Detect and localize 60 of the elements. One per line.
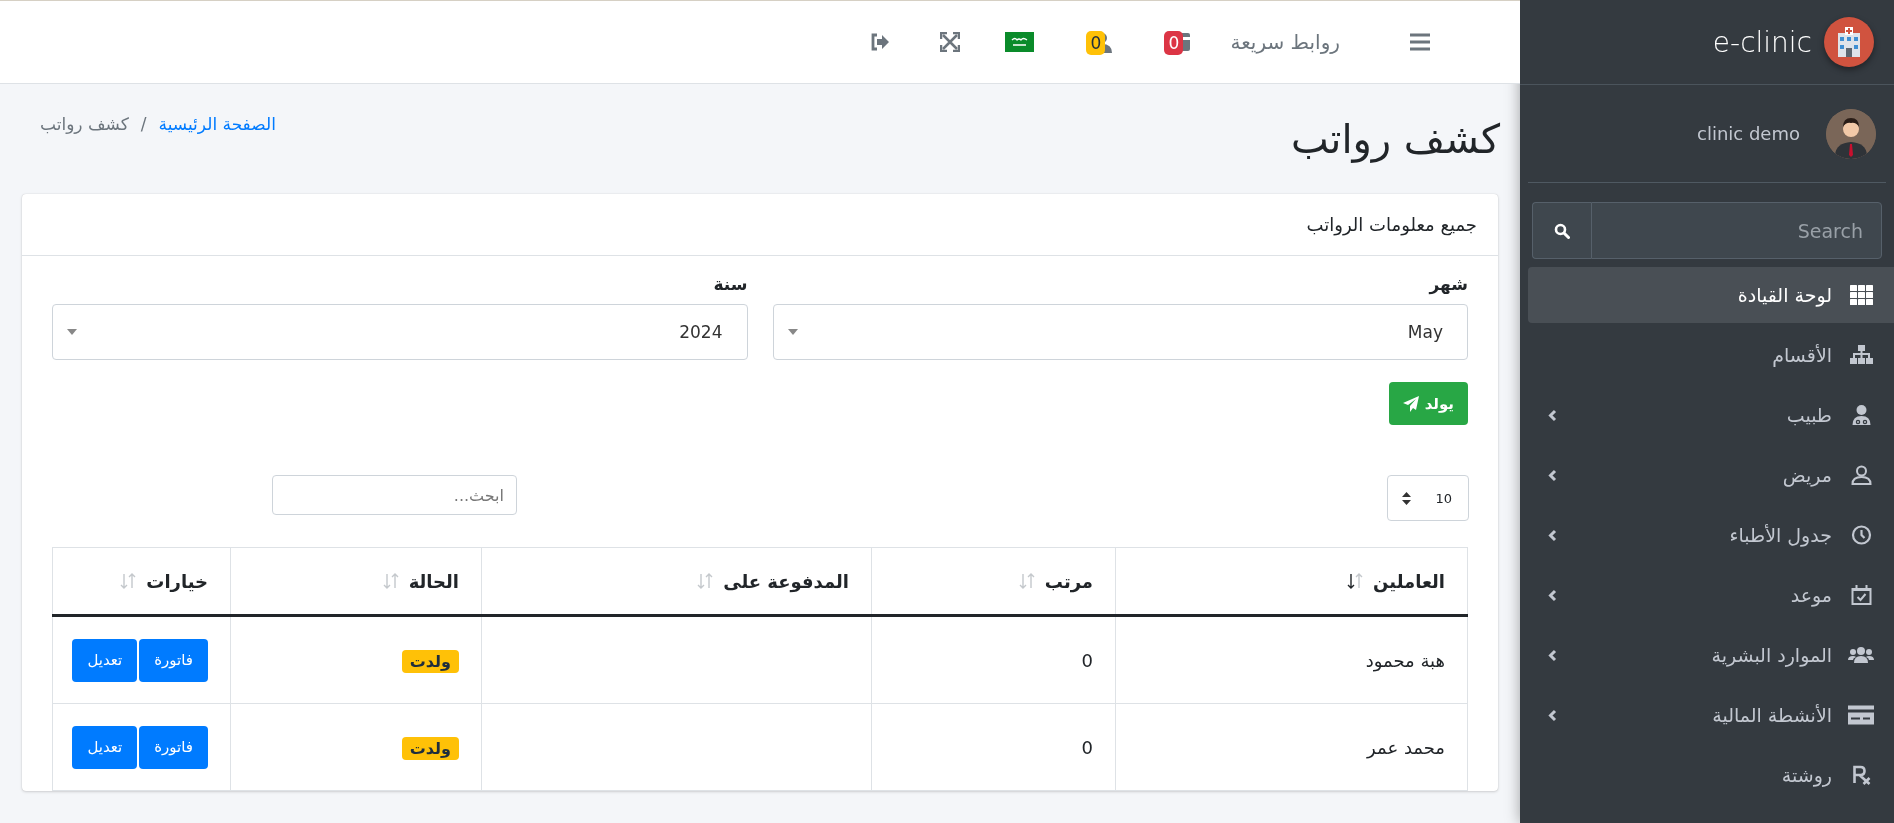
breadcrumb-current: كشف رواتب [40, 114, 129, 134]
menu-icon [1410, 33, 1430, 51]
caret-down-icon [787, 329, 798, 335]
card-title: جميع معلومات الرواتب [1306, 214, 1477, 235]
page-title: كشف رواتب [1291, 116, 1500, 162]
sidebar-item[interactable]: موعد [1528, 567, 1894, 623]
count-badge: 0 [1164, 31, 1184, 55]
clock-icon [1849, 525, 1873, 545]
row-action-button[interactable]: فاتورة [139, 638, 208, 682]
hospital-logo [1824, 17, 1874, 67]
table-search-field[interactable]: ابحث... [272, 475, 517, 515]
sidebar-item[interactable]: الموارد البشرية [1528, 627, 1894, 683]
sidebar-item[interactable]: مريض [1528, 447, 1894, 503]
search-icon [1554, 222, 1570, 239]
search-field[interactable]: Search [1591, 202, 1882, 259]
grid-icon [1849, 285, 1873, 305]
column-header[interactable]: المدفوعة على [481, 547, 872, 616]
row-action-button[interactable]: فاتورة [139, 725, 208, 769]
flag-icon [1005, 32, 1035, 52]
caret-down-icon [67, 329, 77, 335]
quick-links[interactable]: روابط سريعة [1230, 30, 1340, 54]
avatar-silhouette [1826, 108, 1876, 159]
column-header[interactable]: الحالة [230, 547, 482, 616]
status-badge: ولدت [401, 736, 459, 760]
expand-icon [940, 32, 961, 52]
filter-label: شهر [1427, 274, 1468, 294]
select-field[interactable]: 2024 [52, 304, 748, 360]
column-header[interactable]: مرتب [871, 547, 1116, 616]
search-button[interactable] [1532, 202, 1591, 259]
sidebar-item[interactable]: جدول الأطباء [1528, 507, 1894, 563]
sidebar-item[interactable]: لوحة القيادة [1528, 267, 1894, 323]
sidebar-item[interactable]: الأنشطة المالية [1528, 687, 1894, 743]
paper-plane-icon [1402, 395, 1419, 412]
sitemap-icon [1849, 345, 1873, 365]
select-field[interactable]: May [772, 304, 1468, 360]
status-badge: ولدت [401, 649, 459, 673]
table-cell: 0 [871, 703, 1116, 791]
column-header[interactable]: العاملين [1115, 547, 1468, 616]
sort-caret-icon [1402, 491, 1411, 505]
table-cell: 0 [871, 615, 1116, 704]
row-action-button[interactable]: تعديل [72, 725, 138, 769]
sidebar-item[interactable]: طبيب [1528, 387, 1894, 443]
table-cell: محمد عمر [1115, 703, 1468, 791]
user-icon [1849, 465, 1873, 485]
user-name[interactable]: clinic demo [1697, 123, 1800, 144]
users-icon [1848, 645, 1874, 665]
sidebar-item[interactable]: الأقسام [1528, 327, 1894, 383]
breadcrumb-separator: / [140, 114, 147, 134]
filter-label: سنة [712, 274, 748, 294]
column-header[interactable]: خيارات [52, 547, 231, 616]
breadcrumb-link[interactable]: الصفحة الرئيسية [158, 114, 276, 134]
calendar-check-icon [1849, 585, 1873, 605]
credit-card-icon [1848, 705, 1874, 725]
page-length-select[interactable]: 10 [1387, 475, 1469, 521]
logout-icon [870, 33, 891, 51]
table-cell: هبة محمود [1115, 615, 1468, 704]
sidebar-item[interactable]: روشتة [1528, 747, 1894, 803]
row-action-button[interactable]: تعديل [72, 638, 138, 682]
brand-name[interactable]: e-clinic [1712, 25, 1812, 59]
count-badge: 0 [1086, 31, 1106, 55]
